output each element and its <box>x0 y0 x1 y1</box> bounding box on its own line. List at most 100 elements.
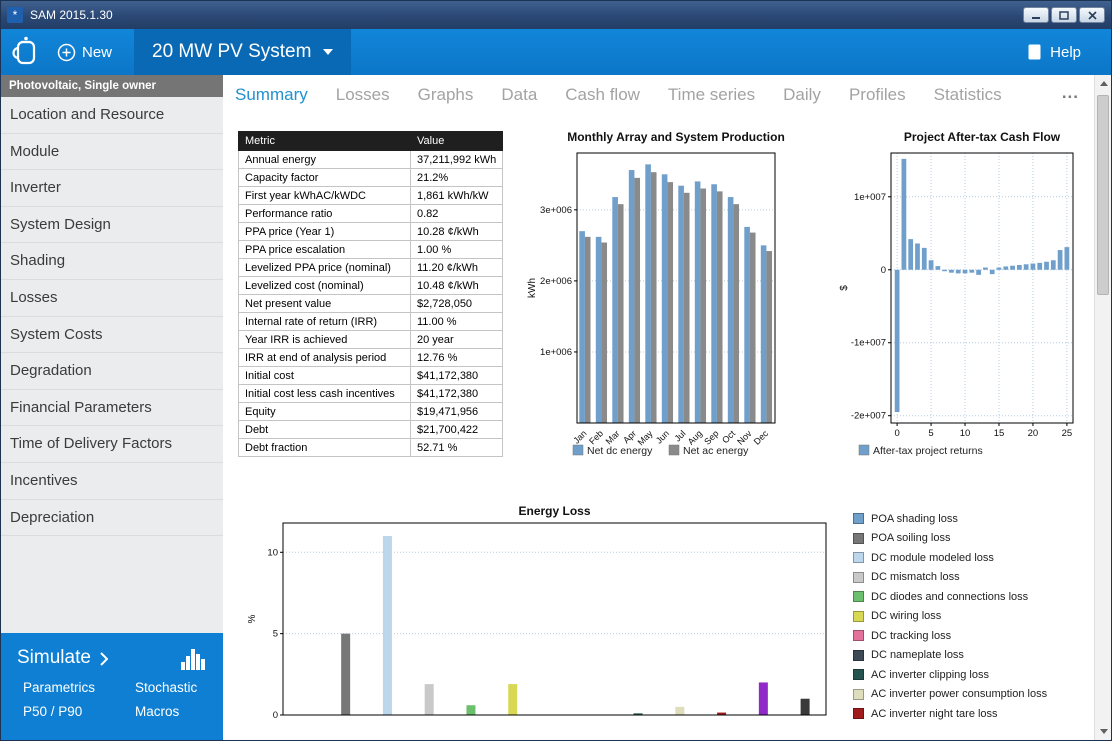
scroll-down-button[interactable] <box>1095 723 1112 740</box>
svg-text:Mar: Mar <box>604 428 622 446</box>
sidebar-item-incentives[interactable]: Incentives <box>1 463 223 500</box>
svg-text:5: 5 <box>273 629 278 640</box>
sidebar-item-depreciation[interactable]: Depreciation <box>1 500 223 537</box>
legend-swatch <box>853 708 864 719</box>
svg-text:-1e+007: -1e+007 <box>851 338 886 349</box>
svg-text:2e+006: 2e+006 <box>540 276 572 287</box>
energy-loss-chart: 0510Energy Loss% <box>241 503 839 741</box>
close-icon <box>1088 11 1097 20</box>
main-toolbar: New 20 MW PV System Help <box>1 29 1111 75</box>
sidebar-item-module[interactable]: Module <box>1 134 223 171</box>
arrow-down-icon <box>1100 729 1108 734</box>
metric-value: 12.76 % <box>411 349 503 367</box>
sidebar-item-time-of-delivery-factors[interactable]: Time of Delivery Factors <box>1 426 223 463</box>
legend-swatch <box>853 533 864 544</box>
metric-name: Capacity factor <box>239 169 411 187</box>
project-selector[interactable]: 20 MW PV System <box>134 29 351 75</box>
sidebar-item-losses[interactable]: Losses <box>1 280 223 317</box>
legend-swatch <box>853 513 864 524</box>
metric-name: PPA price (Year 1) <box>239 223 411 241</box>
p50-p90-button[interactable]: P50 / P90 <box>23 704 135 719</box>
metric-value: 20 year <box>411 331 503 349</box>
metric-row: Capacity factor21.2% <box>239 169 503 187</box>
svg-text:Aug: Aug <box>686 428 704 446</box>
svg-text:0: 0 <box>881 265 886 276</box>
metric-name: Net present value <box>239 295 411 313</box>
metrics-header-value: Value <box>411 132 503 151</box>
sidebar-item-location-and-resource[interactable]: Location and Resource <box>1 97 223 134</box>
legend-label: POA soiling loss <box>871 532 950 544</box>
window-title: SAM 2015.1.30 <box>30 8 113 22</box>
results-tabs: Summary Losses Graphs Data Cash flow Time ser… <box>223 75 1094 113</box>
metric-row: IRR at end of analysis period12.76 % <box>239 349 503 367</box>
sidebar-item-system-costs[interactable]: System Costs <box>1 317 223 354</box>
legend-swatch <box>853 572 864 583</box>
legend-label: DC nameplate loss <box>871 649 964 661</box>
macros-button[interactable]: Macros <box>135 704 223 719</box>
help-button[interactable]: Help <box>1028 44 1081 61</box>
svg-text:20: 20 <box>1028 428 1039 439</box>
legend-swatch <box>853 669 864 680</box>
parametrics-button[interactable]: Parametrics <box>23 680 135 695</box>
legend-item-poa-soiling-loss: POA soiling loss <box>853 529 1047 549</box>
metric-row: First year kWhAC/kWDC1,861 kWh/kW <box>239 187 503 205</box>
metrics-table: MetricValueAnnual energy37,211,992 kWhCa… <box>238 131 503 457</box>
scroll-up-button[interactable] <box>1095 75 1112 92</box>
legend-item-dc-nameplate-loss: DC nameplate loss <box>853 646 1047 666</box>
sidebar-item-inverter[interactable]: Inverter <box>1 170 223 207</box>
legend-item-dc-module-modeled-loss: DC module modeled loss <box>853 548 1047 568</box>
tab-profiles[interactable]: Profiles <box>849 85 906 113</box>
svg-text:Sep: Sep <box>702 428 720 446</box>
svg-text:Nov: Nov <box>735 428 754 447</box>
tab-data[interactable]: Data <box>501 85 537 113</box>
metric-name: Annual energy <box>239 151 411 169</box>
new-project-button[interactable]: New <box>57 43 112 62</box>
legend-item-dc-diodes-and-connections-loss: DC diodes and connections loss <box>853 587 1047 607</box>
metric-value: 10.28 ¢/kWh <box>411 223 503 241</box>
arrow-up-icon <box>1100 81 1108 86</box>
legend-label: DC module modeled loss <box>871 552 994 564</box>
metric-name: Equity <box>239 403 411 421</box>
project-name: 20 MW PV System <box>152 41 311 63</box>
new-project-label: New <box>82 44 112 61</box>
sidebar-item-shading[interactable]: Shading <box>1 243 223 280</box>
minimize-button[interactable] <box>1023 7 1049 23</box>
svg-text:Monthly Array and System Produ: Monthly Array and System Production <box>567 130 785 144</box>
svg-text:10: 10 <box>960 428 971 439</box>
cashflow-chart: -2e+007-1e+00701e+0070510152025Project A… <box>831 127 1087 472</box>
histogram-icon <box>179 646 209 670</box>
more-tabs-button[interactable]: ... <box>1062 83 1079 103</box>
legend-label: DC mismatch loss <box>871 571 960 583</box>
legend-label: POA shading loss <box>871 513 958 525</box>
legend-label: AC inverter power consumption loss <box>871 688 1047 700</box>
svg-text:Apr: Apr <box>621 428 638 445</box>
metric-value: $41,172,380 <box>411 385 503 403</box>
metric-name: PPA price escalation <box>239 241 411 259</box>
tab-time-series[interactable]: Time series <box>668 85 755 113</box>
simulate-button[interactable]: Simulate <box>1 633 223 672</box>
svg-text:Dec: Dec <box>752 428 771 447</box>
sidebar-item-degradation[interactable]: Degradation <box>1 353 223 390</box>
scrollbar-thumb[interactable] <box>1097 95 1109 295</box>
metric-value: $2,728,050 <box>411 295 503 313</box>
tab-summary[interactable]: Summary <box>235 85 308 113</box>
metric-row: Year IRR is achieved20 year <box>239 331 503 349</box>
tab-cash-flow[interactable]: Cash flow <box>565 85 640 113</box>
stochastic-button[interactable]: Stochastic <box>135 680 223 695</box>
svg-text:Jun: Jun <box>654 428 671 445</box>
svg-text:$: $ <box>839 285 850 291</box>
tab-losses[interactable]: Losses <box>336 85 390 113</box>
sidebar-item-financial-parameters[interactable]: Financial Parameters <box>1 390 223 427</box>
maximize-button[interactable] <box>1051 7 1077 23</box>
metric-value: $19,471,956 <box>411 403 503 421</box>
tab-statistics[interactable]: Statistics <box>934 85 1002 113</box>
titlebar: * SAM 2015.1.30 <box>1 1 1111 29</box>
tab-daily[interactable]: Daily <box>783 85 821 113</box>
sidebar-item-system-design[interactable]: System Design <box>1 207 223 244</box>
sam-logo-icon <box>9 34 43 70</box>
tab-graphs[interactable]: Graphs <box>418 85 474 113</box>
close-button[interactable] <box>1079 7 1105 23</box>
legend-item-poa-shading-loss: POA shading loss <box>853 509 1047 529</box>
svg-text:Feb: Feb <box>587 428 605 446</box>
legend-swatch <box>853 689 864 700</box>
